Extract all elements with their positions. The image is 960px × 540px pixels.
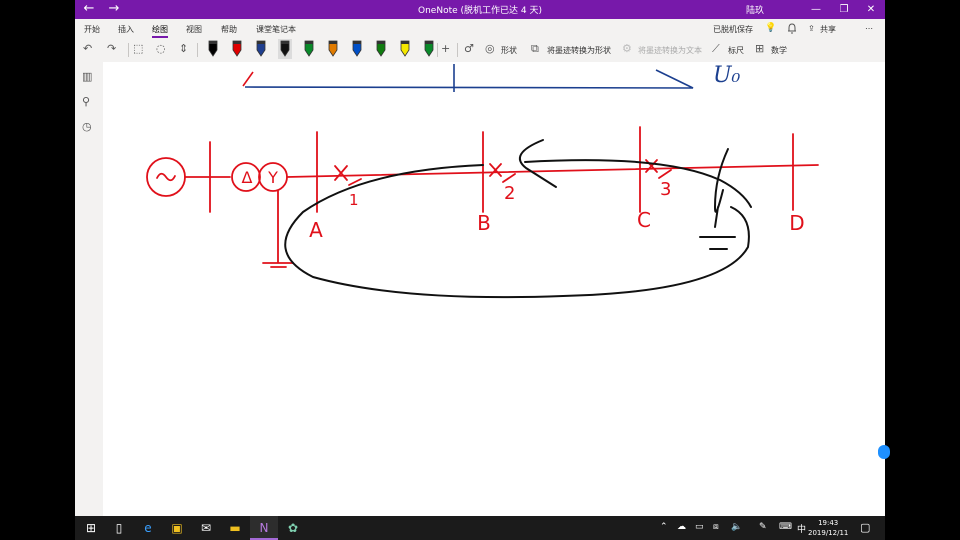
more-icon[interactable]: ⋯ [865, 24, 873, 33]
clock-date: 2019/12/11 [808, 529, 849, 537]
ribbon-divider [197, 43, 198, 57]
pen-tool-9[interactable] [398, 39, 412, 59]
ribbon-divider [437, 43, 438, 57]
keyboard-icon[interactable]: ⌨ [779, 522, 792, 532]
chevron-up-icon[interactable]: ⌃ [660, 522, 668, 532]
edge-browser-icon[interactable]: e [134, 516, 162, 540]
shapes-button[interactable]: 形状 [501, 45, 517, 56]
task-view-icon[interactable]: ▯ [105, 516, 133, 540]
minimize-icon[interactable]: — [804, 0, 828, 19]
generator-wave [156, 172, 176, 182]
mail-icon[interactable]: ✉ [192, 516, 220, 540]
add-pen-icon[interactable]: + [441, 42, 450, 56]
bus-label-d: D [789, 211, 804, 235]
pen-tool-7[interactable] [350, 39, 364, 59]
point-label-1: 1 [349, 191, 359, 209]
onenote-taskbar-icon[interactable]: N [250, 516, 278, 540]
note-canvas[interactable]: U₀ Δ Y A B C D 1 2 3 [103, 62, 885, 516]
save-status: 已脱机保存 [713, 25, 753, 34]
bus-label-c: C [637, 208, 651, 232]
tab-draw[interactable]: 绘图 [152, 24, 168, 38]
user-name[interactable]: 陆玖 [746, 3, 764, 16]
pen-tool-1[interactable] [206, 39, 220, 59]
battery-icon[interactable]: ▭ [695, 522, 704, 532]
ink-drawing: U₀ Δ Y A B C D 1 2 3 [146, 63, 819, 299]
share-icon[interactable]: ⇪ [808, 24, 815, 33]
share-button[interactable]: 共享 [820, 24, 836, 35]
volume-icon[interactable]: 🔈 [731, 522, 742, 532]
scroll-handle[interactable] [878, 445, 890, 459]
point-label-3: 3 [660, 179, 671, 200]
point-label-2: 2 [504, 183, 515, 204]
pen-tool-6[interactable] [326, 39, 340, 59]
voltage-label-u0: U₀ [713, 63, 741, 88]
ink-replay-icon[interactable]: ♂ [464, 42, 474, 56]
action-center-icon[interactable]: ▢ [860, 521, 870, 534]
tab-help[interactable]: 帮助 [221, 24, 237, 35]
tab-class-notebook[interactable]: 课堂笔记本 [256, 24, 296, 35]
chat-icon[interactable]: ☁ [677, 522, 686, 532]
search-icon[interactable]: ⚲ [82, 95, 90, 108]
clock-time: 19:43 [818, 519, 839, 527]
ink-to-shape-button[interactable]: 将墨迹转换为形状 [547, 45, 611, 56]
ink-to-text-icon: ⚙ [622, 42, 632, 55]
main-line [286, 164, 819, 178]
ruler-icon[interactable]: ⟋ [712, 42, 720, 56]
lasso-select-icon[interactable]: ⬚ [133, 42, 143, 56]
ribbon-divider [457, 43, 458, 57]
undo-icon[interactable]: ↶ [83, 42, 92, 56]
close-icon[interactable]: ✕ [859, 0, 883, 19]
shapes-icon[interactable]: ◎ [485, 42, 495, 56]
taskbar: ⊞ ▯ e ▣ ✉ ▬ N ✿ ⌃ ☁ ▭ ⧈ 🔈 ✎ ⌨ 中 19:43 20… [75, 516, 885, 540]
ruler-button[interactable]: 标尺 [728, 45, 744, 56]
store-bag-icon[interactable]: ▣ [163, 516, 191, 540]
ribbon-tabs: 开始 插入 绘图 视图 帮助 课堂笔记本 已脱机保存 💡 ⇪ 共享 ⋯ [75, 19, 885, 38]
ribbon-divider [128, 43, 129, 57]
gear-app-icon[interactable]: ✿ [279, 516, 307, 540]
navigation-rail: ▥ ⚲ ◷ [75, 62, 103, 516]
recent-clock-icon[interactable]: ◷ [82, 120, 92, 133]
tab-home[interactable]: 开始 [84, 24, 100, 35]
redo-icon[interactable]: ↷ [107, 42, 116, 56]
windows-start-icon[interactable]: ⊞ [77, 516, 105, 540]
pen-tool-8[interactable] [374, 39, 388, 59]
ink-to-shape-icon[interactable]: ⧉ [531, 42, 539, 56]
pen-tool-2[interactable] [230, 39, 244, 59]
insert-space-icon[interactable]: ⇕ [179, 42, 188, 56]
math-icon[interactable]: ⊞ [755, 42, 764, 56]
onenote-window: ← → OneNote (脱机工作已达 4 天) 陆玖 — ❐ ✕ 开始 插入 … [75, 0, 885, 516]
pen-tool-10[interactable] [422, 39, 436, 59]
bus-label-a: A [309, 218, 323, 242]
draw-ribbon: ↶ ↷ ⬚ ◌ ⇕ + ♂ ◎ 形状 ⧉ 将墨迹转换为形状 ⚙ 将墨迹转换为文本… [75, 38, 885, 63]
ink-to-text-button[interactable]: 将墨迹转换为文本 [638, 45, 702, 56]
network-icon[interactable]: ⧈ [713, 522, 719, 532]
pen-icon[interactable]: ✎ [759, 522, 767, 532]
title-bar: ← → OneNote (脱机工作已达 4 天) 陆玖 — ❐ ✕ [75, 0, 885, 19]
tab-insert[interactable]: 插入 [118, 24, 134, 35]
pen-tool-5[interactable] [302, 39, 316, 59]
pen-tool-4[interactable] [278, 39, 292, 59]
clock[interactable]: 19:43 2019/12/11 [808, 518, 848, 538]
bell-icon[interactable] [787, 23, 797, 36]
lightbulb-icon[interactable]: 💡 [765, 23, 776, 33]
delta-symbol: Δ [242, 168, 253, 187]
notebooks-icon[interactable]: ▥ [82, 70, 92, 83]
ime-indicator[interactable]: 中 [797, 522, 806, 535]
transmission-line [146, 126, 819, 268]
pen-tool-3[interactable] [254, 39, 268, 59]
wye-symbol: Y [267, 168, 278, 187]
file-explorer-icon[interactable]: ▬ [221, 516, 249, 540]
restore-icon[interactable]: ❐ [832, 0, 856, 19]
tab-view[interactable]: 视图 [186, 24, 202, 35]
bus-label-b: B [477, 211, 491, 235]
black-annotation [284, 139, 752, 299]
eraser-select-icon[interactable]: ◌ [156, 42, 166, 56]
previous-blue-sketch [242, 64, 694, 92]
math-button[interactable]: 数学 [771, 45, 787, 56]
